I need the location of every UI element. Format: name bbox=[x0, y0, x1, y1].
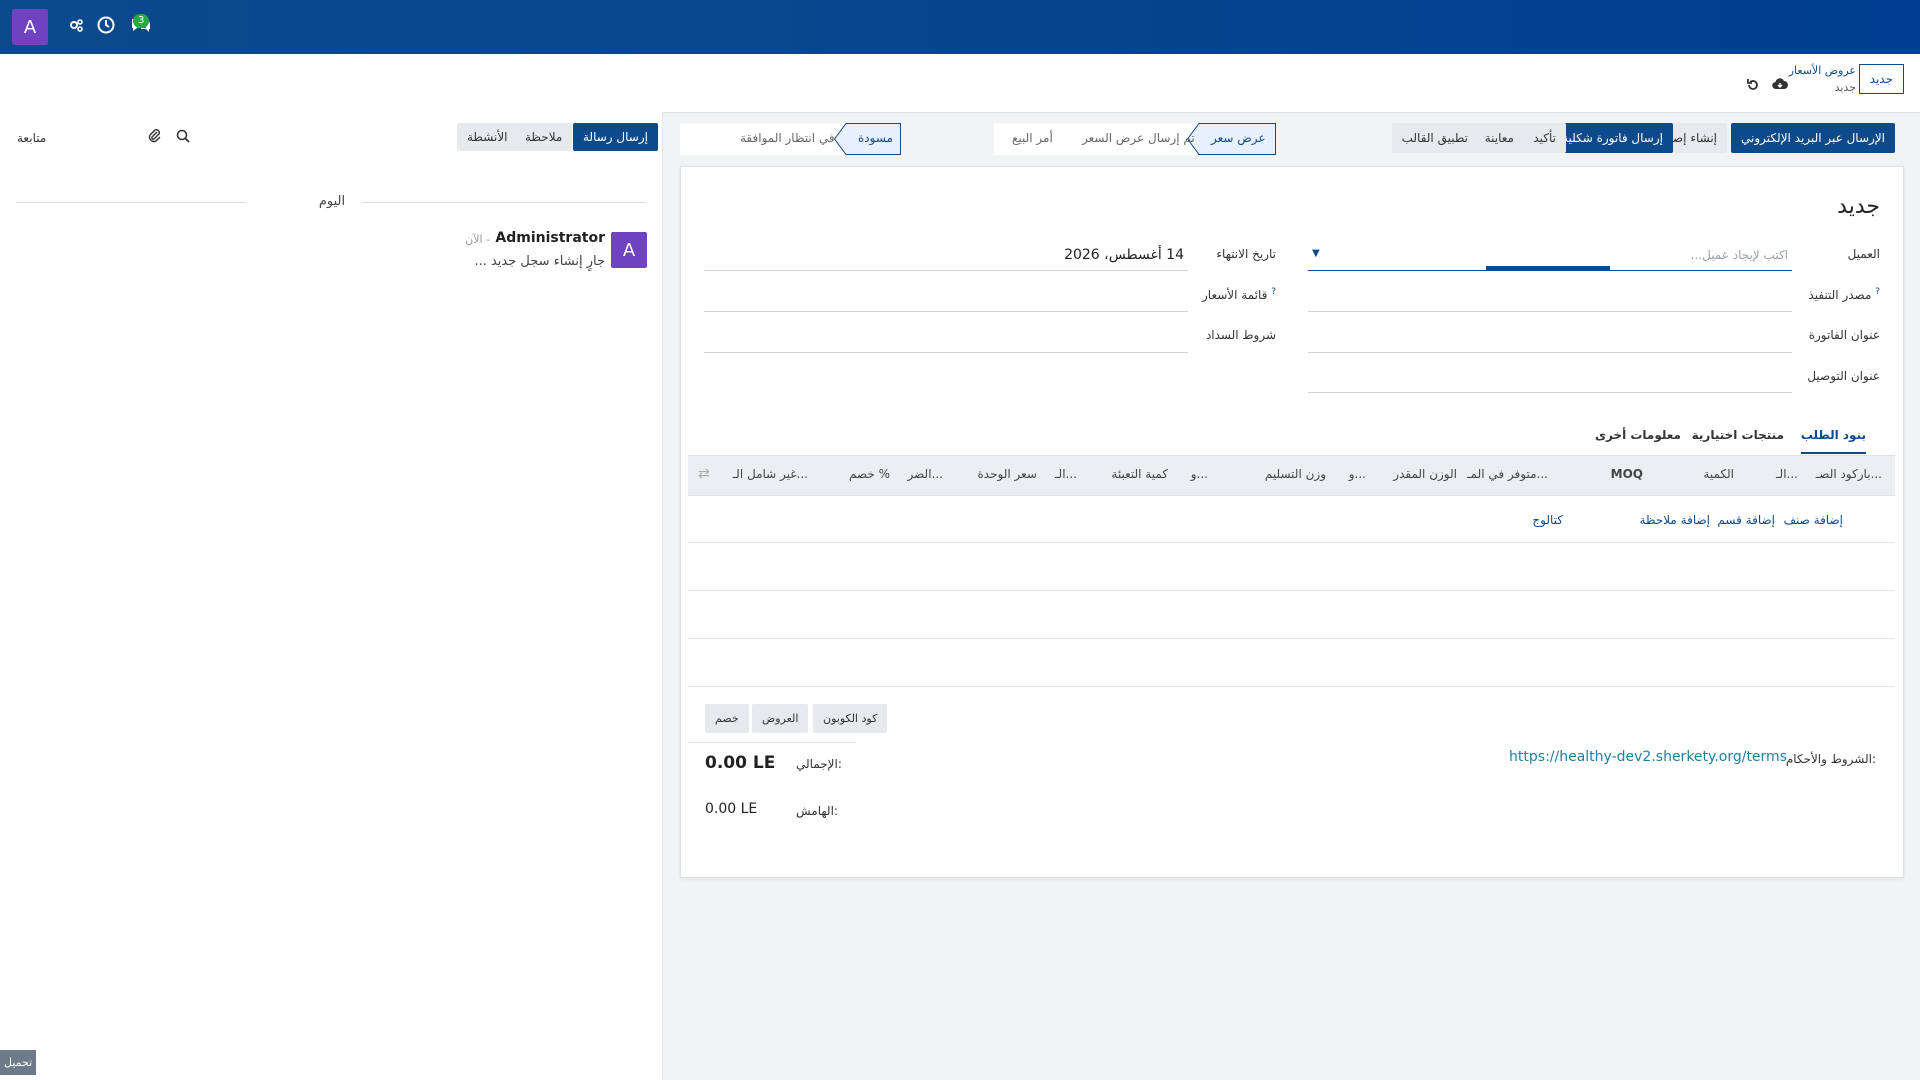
debug-icon[interactable] bbox=[68, 17, 84, 37]
customer-loading-bar bbox=[1486, 266, 1610, 270]
log-note-button[interactable]: ملاحظة bbox=[515, 123, 573, 151]
column-header[interactable]: خصم % bbox=[849, 467, 890, 481]
add-section-link[interactable]: إضافة قسم bbox=[1717, 513, 1775, 527]
breadcrumb-parent[interactable]: عروض الأسعار bbox=[1736, 64, 1856, 77]
activity-clock-icon[interactable] bbox=[97, 16, 115, 38]
table-row-separator bbox=[688, 542, 1895, 543]
totals-separator bbox=[688, 742, 856, 743]
total-value: 0.00 LE bbox=[705, 753, 776, 773]
add-product-link[interactable]: إضافة صنف bbox=[1784, 513, 1843, 527]
help-tooltip-icon[interactable]: ? bbox=[1271, 287, 1276, 297]
apply-template-button[interactable]: تطبيق القالب bbox=[1391, 123, 1478, 153]
column-header[interactable]: و... bbox=[1191, 467, 1208, 481]
save-cloud-icon[interactable] bbox=[1772, 77, 1788, 95]
message-time: - الآن bbox=[465, 233, 490, 246]
search-icon[interactable] bbox=[176, 129, 190, 147]
terms-label: الشروط والأحكام: bbox=[1785, 752, 1876, 766]
message-author: Administrator bbox=[495, 230, 605, 246]
separator-line-left bbox=[16, 202, 246, 203]
tab-other-info[interactable]: معلومات أخرى bbox=[1595, 428, 1681, 442]
catalog-link[interactable]: كتالوج bbox=[1532, 513, 1563, 527]
follow-button[interactable]: متابعة bbox=[17, 131, 46, 145]
invoice-address-field[interactable] bbox=[1308, 324, 1792, 353]
expiration-value: 14 أغسطس، 2026 bbox=[1064, 247, 1184, 263]
customer-input[interactable]: اكتب لإيجاد عميل... bbox=[1691, 248, 1788, 262]
column-header[interactable]: MOQ bbox=[1611, 467, 1643, 481]
payment-terms-label: شروط السداد bbox=[1205, 328, 1276, 342]
margin-label: الهامش: bbox=[796, 804, 838, 818]
invoice-address-label: عنوان الفاتورة bbox=[1808, 328, 1880, 342]
proforma-invoice-button[interactable]: إرسال فاتورة شكلية bbox=[1552, 123, 1673, 153]
pricelist-label: قائمة الأسعار ? bbox=[1202, 287, 1276, 302]
send-email-button[interactable]: الإرسال عبر البريد الإلكتروني bbox=[1731, 123, 1895, 153]
chatter-panel: إرسال رسالة ملاحظة الأنشطة متابعة اليوم … bbox=[0, 112, 663, 1080]
table-row-separator bbox=[688, 638, 1895, 639]
tab-order-lines[interactable]: بنود الطلب bbox=[1800, 428, 1866, 454]
stage-quotation-sent[interactable]: تم إرسال عرض السعر bbox=[1082, 131, 1195, 145]
total-label: الإجمالي: bbox=[796, 757, 842, 771]
discount-button[interactable]: خصم bbox=[705, 704, 749, 733]
column-header[interactable]: كمية التعبئة bbox=[1111, 467, 1168, 481]
separator-line-right bbox=[362, 202, 646, 203]
message-avatar: A bbox=[611, 232, 647, 268]
column-header[interactable]: الوزن المقدر bbox=[1393, 467, 1457, 481]
add-note-link[interactable]: إضافة ملاحظة bbox=[1640, 513, 1710, 527]
column-header[interactable]: و... bbox=[1349, 467, 1366, 481]
table-row-separator bbox=[688, 590, 1895, 591]
new-button[interactable]: جديد bbox=[1858, 64, 1904, 94]
column-header[interactable]: سعر الوحدة bbox=[978, 467, 1037, 481]
messages-badge: 3 bbox=[133, 14, 150, 28]
column-header[interactable]: الكمية bbox=[1703, 467, 1734, 481]
column-header[interactable]: وزن التسليم bbox=[1265, 467, 1326, 481]
terms-url-link[interactable]: https://healthy-dev2.sherkety.org/terms bbox=[1509, 749, 1787, 765]
execution-source-label: مصدر التنفيذ ? bbox=[1808, 287, 1880, 302]
delivery-address-field[interactable] bbox=[1308, 364, 1792, 393]
coupon-code-button[interactable]: كود الكوبون bbox=[813, 704, 888, 733]
preview-button[interactable]: معاينة bbox=[1474, 123, 1524, 153]
delivery-address-label: عنوان التوصيل bbox=[1807, 369, 1880, 383]
upload-button[interactable]: تحميل bbox=[0, 1050, 37, 1075]
execution-source-field[interactable] bbox=[1308, 283, 1792, 312]
column-header[interactable]: متوفر في المـ... bbox=[1467, 467, 1548, 481]
date-separator: اليوم bbox=[318, 194, 346, 209]
message-body: جارٍ إنشاء سجل جديد ... bbox=[474, 254, 605, 269]
column-header[interactable]: غير شامل الـ... bbox=[733, 467, 808, 481]
send-message-button[interactable]: إرسال رسالة bbox=[573, 123, 658, 151]
customer-field[interactable]: اكتب لإيجاد عميل... ▼ bbox=[1308, 242, 1792, 271]
column-header[interactable]: باركود الصـ... bbox=[1816, 467, 1882, 481]
payment-terms-field[interactable] bbox=[704, 324, 1188, 353]
expiration-label: تاريخ الانتهاء bbox=[1216, 247, 1276, 261]
chevron-down-icon[interactable]: ▼ bbox=[1312, 248, 1320, 259]
confirm-button[interactable]: تأكيد bbox=[1523, 123, 1566, 153]
expiration-field[interactable]: 14 أغسطس، 2026 bbox=[704, 242, 1188, 271]
pricelist-field[interactable] bbox=[704, 283, 1188, 312]
promotions-button[interactable]: العروض bbox=[752, 704, 809, 733]
optional-columns-toggle-icon[interactable]: ⇄ bbox=[698, 466, 710, 482]
record-title: جديد bbox=[1837, 194, 1880, 219]
table-row-separator bbox=[688, 686, 1895, 687]
top-navbar: A 3 bbox=[0, 0, 1920, 54]
margin-value: 0.00 LE bbox=[705, 801, 758, 817]
stage-sales-order[interactable]: أمر البيع bbox=[1012, 131, 1053, 145]
paperclip-icon[interactable] bbox=[147, 127, 161, 147]
column-header[interactable]: الـ... bbox=[1055, 467, 1077, 481]
column-header[interactable]: الضر... bbox=[908, 467, 943, 481]
discard-icon[interactable] bbox=[1746, 78, 1760, 96]
customer-label: العميل bbox=[1847, 247, 1880, 261]
activities-button[interactable]: الأنشطة bbox=[457, 123, 518, 151]
stage-awaiting-approval[interactable]: في انتظار الموافقة bbox=[740, 131, 835, 145]
column-header[interactable]: الـ... bbox=[1776, 467, 1798, 481]
control-panel: جديد عروض الأسعار جديد bbox=[0, 54, 1920, 113]
tab-optional-products[interactable]: منتجات اختيارية bbox=[1692, 428, 1784, 442]
user-avatar[interactable]: A bbox=[12, 9, 48, 45]
help-tooltip-icon[interactable]: ? bbox=[1875, 287, 1880, 297]
